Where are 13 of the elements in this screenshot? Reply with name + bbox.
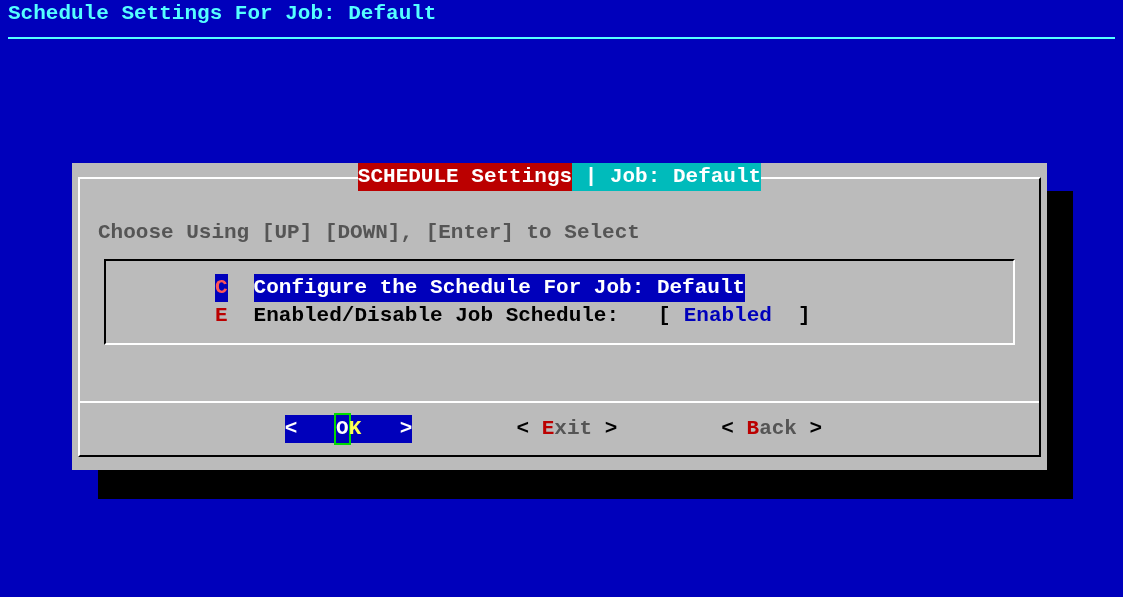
- dialog-subtitle: | Job: Default: [572, 163, 762, 191]
- option-value[interactable]: Enabled: [683, 302, 772, 330]
- menu-hotkey[interactable]: E: [215, 302, 228, 330]
- screen-title: Schedule Settings For Job: Default: [7, 1, 437, 27]
- dialog-button[interactable]: < Exit >: [516, 415, 618, 443]
- prompt-text: Choose Using [UP] [DOWN], [Enter] to Select: [98, 221, 640, 244]
- menu-item[interactable]: Configure the Schedule For Job: Default: [253, 274, 746, 302]
- bracket: ]: [797, 303, 811, 329]
- menu-item[interactable]: Enabled/Disable Job Schedule:: [253, 302, 620, 330]
- menu-hotkey[interactable]: C: [215, 274, 228, 302]
- dialog-button[interactable]: < Back >: [721, 415, 823, 443]
- bracket: [: [658, 303, 671, 329]
- dialog-title: SCHEDULE Settings: [357, 163, 573, 191]
